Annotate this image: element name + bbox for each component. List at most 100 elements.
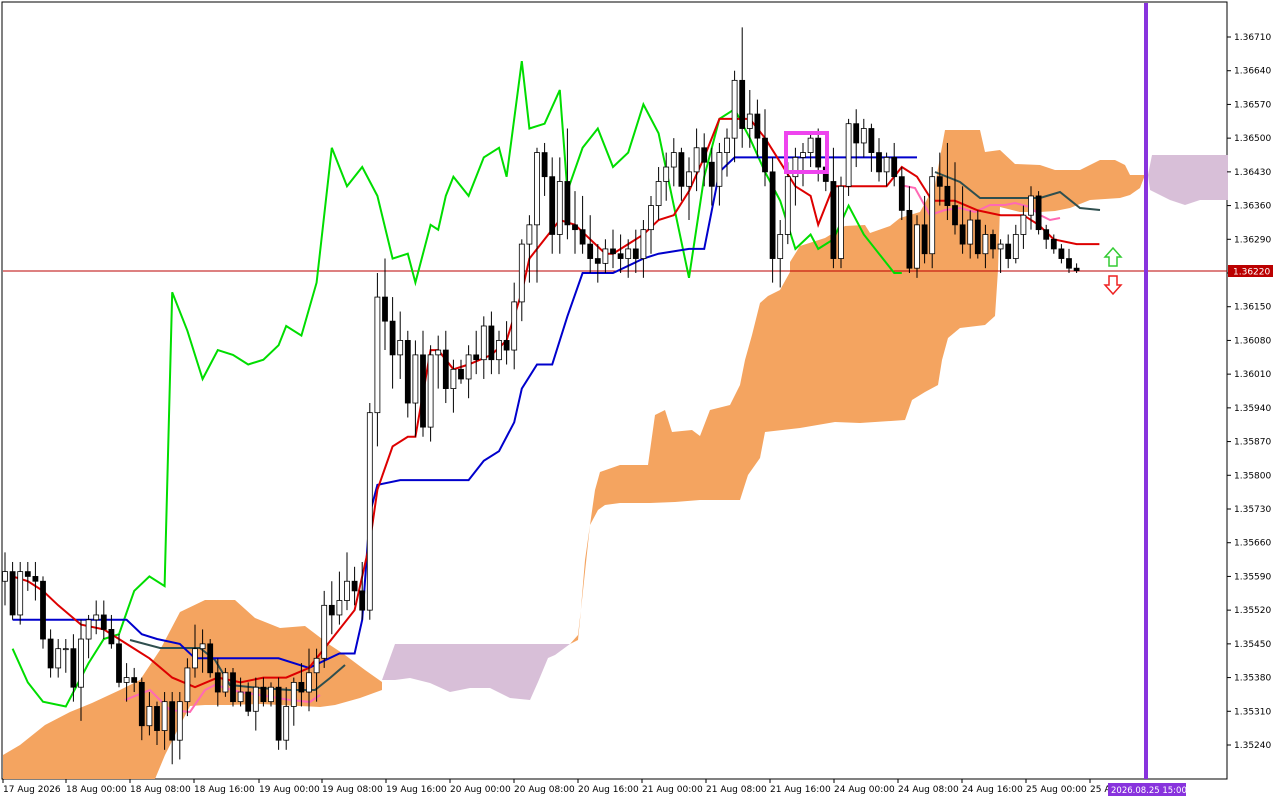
candle-body (40, 580, 46, 640)
x-tick-label: 25 Aug 00:00 (1026, 785, 1087, 795)
candle-body (496, 340, 502, 361)
candle-body (245, 691, 252, 712)
candle-body (78, 638, 84, 688)
candle-body (427, 354, 434, 428)
candle-body (344, 580, 350, 601)
y-tick-label: 1.36430 (1234, 168, 1271, 178)
candle-body (1058, 248, 1065, 259)
x-tick-label: 19 Aug 00:00 (259, 785, 320, 795)
candle-body (290, 681, 297, 707)
candle-body (579, 229, 586, 245)
candle-body (610, 248, 616, 255)
candle-body (526, 224, 533, 245)
candle-body (503, 340, 510, 351)
y-tick-label: 1.36360 (1234, 202, 1271, 212)
y-tick-label: 1.36640 (1234, 67, 1271, 77)
candle-body (1035, 195, 1042, 231)
candle-body (724, 137, 730, 153)
candle-body (85, 619, 92, 640)
candle-body (169, 701, 176, 741)
candle-body (214, 672, 221, 693)
candle-body (982, 234, 989, 255)
candle-body (184, 667, 191, 703)
candle-body (929, 176, 936, 255)
candle-body (853, 123, 860, 144)
candle-body (199, 643, 206, 650)
candle-body (663, 166, 670, 182)
candle-body (100, 614, 107, 630)
candle-body (313, 657, 320, 674)
candle-body (351, 580, 358, 592)
candle-body (762, 137, 768, 173)
y-tick-label: 1.36010 (1234, 370, 1271, 380)
y-tick-label: 1.36080 (1234, 336, 1271, 346)
candle-body (488, 325, 495, 361)
candle-body (458, 368, 464, 380)
candle-body (32, 576, 39, 582)
candle-body (967, 219, 974, 245)
x-tick-label: 21 Aug 08:00 (706, 785, 767, 795)
candle-body (473, 354, 480, 361)
x-tick-label: 21 Aug 00:00 (642, 785, 703, 795)
candle-body (556, 181, 563, 235)
candle-body (146, 706, 153, 727)
candle-body (701, 147, 708, 163)
candle-body (746, 113, 753, 129)
candle-body (815, 137, 822, 168)
candle-body (1050, 238, 1057, 250)
candle-body (959, 224, 966, 245)
candle-body (480, 325, 487, 361)
y-tick-label: 1.35450 (1234, 640, 1271, 650)
candle-body (230, 672, 236, 703)
candle-body (222, 672, 229, 693)
y-tick-label: 1.35590 (1234, 572, 1271, 582)
y-tick-label: 1.35240 (1234, 741, 1271, 751)
candle-body (906, 209, 913, 269)
candle-body (192, 648, 198, 669)
candle-body (648, 205, 654, 231)
candle-body (1012, 234, 1019, 259)
candle-body (716, 152, 723, 187)
candle-body (868, 128, 875, 153)
candle-body (534, 152, 540, 226)
y-tick-label: 1.35870 (1234, 438, 1271, 448)
candle-body (450, 368, 457, 389)
candle-body (1020, 214, 1027, 235)
candle-body (1073, 267, 1080, 271)
candle-body (283, 706, 290, 741)
candle-body (138, 681, 145, 727)
candle-body (442, 349, 449, 389)
candle-body (549, 176, 556, 235)
y-tick-label: 1.35660 (1234, 539, 1271, 549)
y-tick-label: 1.35730 (1234, 505, 1271, 515)
candle-body (268, 686, 274, 703)
candle-body (237, 691, 244, 703)
candle-body (260, 686, 267, 703)
candle-body (784, 176, 791, 235)
candle-body (594, 258, 601, 264)
candle-body (617, 253, 624, 259)
candle-body (47, 638, 54, 669)
candle-body (997, 243, 1004, 250)
y-tick-label: 1.36570 (1234, 100, 1271, 110)
x-tick-label: 20 Aug 08:00 (514, 785, 575, 795)
candle-body (62, 648, 69, 651)
candle-body (511, 301, 518, 351)
y-tick-label: 1.35380 (1234, 674, 1271, 684)
candle-body (465, 354, 472, 380)
chart-svg: 1.36710 1.36640 1.36570 1.36500 1.36430 1.363… (1, 1, 1273, 796)
x-tick-label: 17 Aug 2026 (3, 785, 61, 795)
candle-body (366, 412, 373, 611)
y-tick-label: 1.35940 (1234, 404, 1271, 414)
candle-body (154, 706, 160, 731)
candle-body (564, 181, 571, 226)
candle-body (670, 152, 677, 168)
x-tick-label: 24 Aug 08:00 (898, 785, 959, 795)
candle-body (336, 600, 343, 616)
y-tick-label: 1.35800 (1234, 471, 1271, 481)
candle-body (176, 701, 183, 741)
candle-body (693, 147, 700, 173)
candle-body (572, 224, 578, 231)
x-tick-label: 18 Aug 08:00 (130, 785, 191, 795)
candle-body (974, 219, 981, 255)
